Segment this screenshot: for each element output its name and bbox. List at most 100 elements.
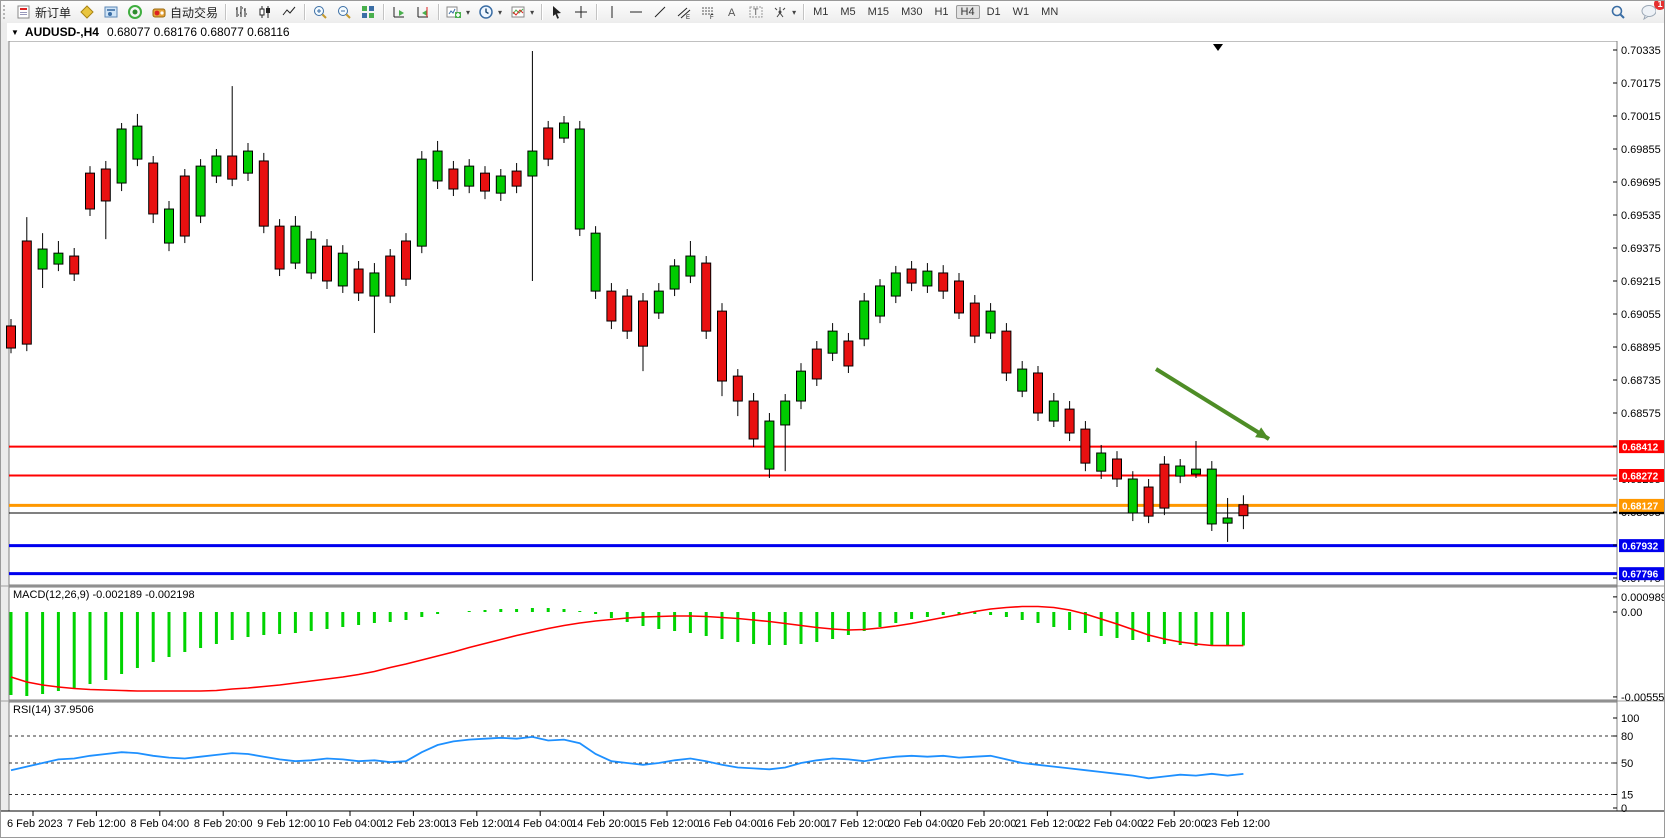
vertical-line-button[interactable] <box>600 2 624 22</box>
market-watch-button[interactable] <box>75 2 99 22</box>
candle-body <box>1081 429 1090 463</box>
candle-body <box>781 401 790 425</box>
candle-body <box>639 301 648 346</box>
fibonacci-button[interactable]: F <box>696 2 720 22</box>
candle-body <box>228 156 237 179</box>
candle-body <box>907 269 916 283</box>
timeframe-H1[interactable]: H1 <box>929 5 953 19</box>
time-axis-label: 13 Feb 12:00 <box>444 818 509 830</box>
candle-body <box>86 173 95 209</box>
chat-button[interactable]: 1 <box>1636 2 1660 22</box>
chevron-down-icon: ▾ <box>498 8 502 17</box>
timeframe-M1[interactable]: M1 <box>808 5 833 19</box>
hline-price-tag-label: 0.67796 <box>1622 570 1659 581</box>
timeframe-M5[interactable]: M5 <box>835 5 860 19</box>
timeframe-W1[interactable]: W1 <box>1008 5 1035 19</box>
navigator-button[interactable] <box>123 2 147 22</box>
search-button[interactable] <box>1606 2 1630 22</box>
chart-canvas[interactable]: 0.703350.701750.700150.698550.696950.695… <box>1 41 1665 838</box>
arrows-button[interactable]: ▾ <box>768 2 800 22</box>
arrows-icon <box>772 4 788 20</box>
hline-price-tag-label: 0.68127 <box>1622 501 1659 512</box>
timeframe-M15[interactable]: M15 <box>863 5 894 19</box>
indicators-button[interactable]: ▾ <box>442 2 474 22</box>
search-icon <box>1610 4 1626 20</box>
autotrading-button[interactable]: 自动交易 <box>147 2 222 22</box>
time-axis-label: 6 Feb 2023 <box>7 818 63 830</box>
chevron-down-icon: ▾ <box>792 8 796 17</box>
left-window-edge <box>1 41 9 811</box>
data-window-button[interactable] <box>99 2 123 22</box>
channel-icon: E <box>676 4 692 20</box>
tile-windows-button[interactable] <box>356 2 380 22</box>
zoom-in-button[interactable] <box>308 2 332 22</box>
templates-button[interactable]: ▾ <box>506 2 538 22</box>
candle-body <box>1113 459 1122 479</box>
line-chart-icon <box>281 4 297 20</box>
price-axis-label: 0.68735 <box>1621 375 1661 387</box>
tile-windows-icon <box>360 4 376 20</box>
price-axis-label: 0.70335 <box>1621 45 1661 57</box>
candle-body <box>212 156 221 176</box>
auto-scroll-button[interactable] <box>387 2 411 22</box>
zoom-out-button[interactable] <box>332 2 356 22</box>
equidistant-channel-button[interactable]: E <box>672 2 696 22</box>
chart-symbol: AUDUSD-,H4 <box>25 25 99 39</box>
timeframe-H4[interactable]: H4 <box>956 5 980 19</box>
text-button[interactable]: A <box>720 2 744 22</box>
fibonacci-icon: F <box>700 4 716 20</box>
horizontal-line-button[interactable] <box>624 2 648 22</box>
timeframe-D1[interactable]: D1 <box>982 5 1006 19</box>
candle-body <box>686 256 695 276</box>
price-axis-label: 0.69535 <box>1621 210 1661 222</box>
autotrading-label: 自动交易 <box>170 4 218 21</box>
candle-body <box>354 269 363 293</box>
main-toolbar: 新订单 自动交易 <box>1 1 1665 24</box>
candle-body <box>702 263 711 331</box>
candle-body <box>417 159 426 246</box>
new-order-button[interactable]: 新订单 <box>12 2 75 22</box>
price-axis-label: 0.69855 <box>1621 144 1661 156</box>
timeframe-M30[interactable]: M30 <box>896 5 927 19</box>
chart-shift-button[interactable] <box>411 2 435 22</box>
candle-body <box>196 166 205 216</box>
crosshair-icon <box>573 4 589 20</box>
cursor-arrow-icon <box>549 4 565 20</box>
candle-body <box>338 253 347 286</box>
candle-body <box>749 401 758 439</box>
horizontal-line-icon <box>628 4 644 20</box>
periods-button[interactable]: ▾ <box>474 2 506 22</box>
toolbar-separator <box>304 4 305 20</box>
price-axis-label: 0.70175 <box>1621 78 1661 90</box>
candle-body <box>1223 518 1232 523</box>
macd-scale-label: 0.000989 <box>1621 592 1665 604</box>
trendline-button[interactable] <box>648 2 672 22</box>
candlestick-chart-button[interactable] <box>253 2 277 22</box>
candle-body <box>654 291 663 313</box>
rsi-scale-label: 50 <box>1621 758 1633 770</box>
cursor-button[interactable] <box>545 2 569 22</box>
candle-body <box>370 273 379 296</box>
toolbar-right-group: 1 <box>1606 2 1660 22</box>
candle-body <box>765 421 774 469</box>
macd-scale-label: -0.005554 <box>1621 692 1665 704</box>
rsi-scale-label: 80 <box>1621 731 1633 743</box>
crosshair-button[interactable] <box>569 2 593 22</box>
line-chart-button[interactable] <box>277 2 301 22</box>
zoom-out-icon <box>336 4 352 20</box>
timeframe-MN[interactable]: MN <box>1036 5 1063 19</box>
toolbar-grip[interactable] <box>3 5 10 19</box>
candle-body <box>939 273 948 291</box>
time-axis-label: 10 Feb 04:00 <box>318 818 383 830</box>
bar-chart-button[interactable] <box>229 2 253 22</box>
rsi-scale-label: 100 <box>1621 713 1639 725</box>
chart-menu-triangle-icon[interactable]: ▼ <box>11 28 19 37</box>
time-axis-label: 23 Feb 12:00 <box>1205 818 1270 830</box>
candle-body <box>923 271 932 286</box>
text-label-button[interactable]: T <box>744 2 768 22</box>
macd-label: MACD(12,26,9) -0.002189 -0.002198 <box>13 589 195 601</box>
text-label-icon: T <box>748 4 764 20</box>
candle-body <box>607 291 616 321</box>
price-axis-label: 0.69215 <box>1621 276 1661 288</box>
bar-chart-icon <box>233 4 249 20</box>
